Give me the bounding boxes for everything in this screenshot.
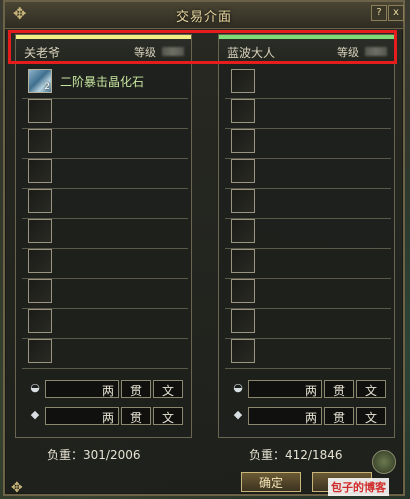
item-stack-badge: 2 — [44, 82, 50, 92]
window-title: 交易介面 — [175, 10, 232, 25]
empty-slot[interactable] — [231, 339, 255, 363]
right-slot-row[interactable] — [225, 339, 391, 369]
right-slot-row[interactable] — [225, 99, 391, 129]
empty-slot[interactable] — [28, 99, 52, 123]
left-slot-row[interactable] — [22, 129, 188, 159]
close-icon[interactable]: x — [388, 5, 404, 21]
left-money-row-2: ◆ 两 贯 文 — [22, 407, 188, 425]
empty-slot[interactable] — [231, 69, 255, 93]
empty-slot[interactable] — [231, 309, 255, 333]
empty-slot[interactable] — [231, 99, 255, 123]
title-bar[interactable]: ✥ 交易介面 ? x — [5, 2, 404, 29]
right-liang-field: 两 — [248, 380, 322, 398]
left-player-name: 关老爷 — [24, 46, 61, 60]
right-money-row-2: ◆ 两 贯 文 — [225, 407, 391, 425]
empty-slot[interactable] — [231, 219, 255, 243]
right-slot-row[interactable] — [225, 189, 391, 219]
gem-icon: ◆ — [30, 408, 40, 421]
right-slot-row[interactable] — [225, 309, 391, 339]
silver-coin-icon: ◒ — [233, 381, 243, 394]
left-item-row[interactable]: 2 二阶暴击晶化石 — [22, 69, 188, 99]
left-slot-row[interactable] — [22, 339, 188, 369]
confirm-button[interactable]: 确定 — [241, 472, 301, 492]
right-liang-field-2: 两 — [248, 407, 322, 425]
empty-slot[interactable] — [231, 279, 255, 303]
empty-slot[interactable] — [28, 339, 52, 363]
right-load-text: 负重：412/1846 — [249, 448, 343, 462]
empty-slot[interactable] — [28, 129, 52, 153]
trade-window: ✥ 交易介面 ? x 关老爷 等级 2 二阶暴击晶化石 ◒ 两 贯 文 ◆ 两 … — [3, 0, 405, 496]
left-header: 关老爷 等级 — [16, 39, 191, 64]
right-slot-row[interactable] — [225, 159, 391, 189]
left-slot-row[interactable] — [22, 99, 188, 129]
wen-unit-label: 文 — [161, 411, 174, 425]
left-level-label: 等级 — [134, 46, 156, 59]
liang-unit-label: 两 — [101, 384, 114, 398]
right-slot-row[interactable] — [225, 219, 391, 249]
empty-slot[interactable] — [28, 279, 52, 303]
left-guan-input[interactable]: 贯 — [121, 380, 151, 398]
right-guan-field: 贯 — [324, 380, 354, 398]
partner-trade-panel: 蓝波大人 等级 ◒ 两 贯 文 ◆ 两 贯 文 — [218, 34, 395, 438]
liang-unit-label: 两 — [101, 411, 114, 425]
left-slot-row[interactable] — [22, 219, 188, 249]
watermark: 包子的博客 — [328, 478, 389, 496]
left-slot-row[interactable] — [22, 249, 188, 279]
empty-slot[interactable] — [28, 309, 52, 333]
right-slot-row[interactable] — [225, 249, 391, 279]
right-level-label: 等级 — [337, 46, 359, 59]
left-money-row-1: ◒ 两 贯 文 — [22, 380, 188, 398]
left-slot-row[interactable] — [22, 309, 188, 339]
guan-unit-label: 贯 — [129, 384, 142, 398]
crystal-item-icon[interactable]: 2 — [28, 69, 52, 93]
wen-unit-label: 文 — [161, 384, 174, 398]
right-slot-row[interactable] — [225, 69, 391, 99]
right-guan-field-2: 贯 — [324, 407, 354, 425]
left-guan-input-2[interactable]: 贯 — [121, 407, 151, 425]
right-wen-field-2: 文 — [356, 407, 386, 425]
right-wen-field: 文 — [356, 380, 386, 398]
left-level-value-blurred — [162, 47, 184, 56]
liang-unit-label: 两 — [304, 411, 317, 425]
empty-slot[interactable] — [28, 249, 52, 273]
help-icon[interactable]: ? — [371, 5, 387, 21]
minimap-icon[interactable] — [372, 450, 396, 474]
right-level-value-blurred — [365, 47, 387, 56]
left-liang-input-2[interactable]: 两 — [45, 407, 119, 425]
left-wen-input-2[interactable]: 文 — [153, 407, 183, 425]
empty-slot[interactable] — [28, 219, 52, 243]
left-slot-row[interactable] — [22, 189, 188, 219]
my-trade-panel: 关老爷 等级 2 二阶暴击晶化石 ◒ 两 贯 文 ◆ 两 贯 文 — [15, 34, 192, 438]
liang-unit-label: 两 — [304, 384, 317, 398]
item-name: 二阶暴击晶化石 — [60, 75, 145, 89]
guan-unit-label: 贯 — [332, 411, 345, 425]
right-money-row-1: ◒ 两 贯 文 — [225, 380, 391, 398]
gem-icon: ◆ — [233, 408, 243, 421]
guan-unit-label: 贯 — [332, 384, 345, 398]
right-player-name: 蓝波大人 — [227, 46, 276, 60]
silver-coin-icon: ◒ — [30, 381, 40, 394]
empty-slot[interactable] — [28, 189, 52, 213]
wen-unit-label: 文 — [364, 384, 377, 398]
corner-ornament-icon: ✥ — [11, 480, 23, 496]
empty-slot[interactable] — [28, 159, 52, 183]
right-header: 蓝波大人 等级 — [219, 39, 394, 64]
empty-slot[interactable] — [231, 129, 255, 153]
empty-slot[interactable] — [231, 189, 255, 213]
left-slot-row[interactable] — [22, 279, 188, 309]
guan-unit-label: 贯 — [129, 411, 142, 425]
left-load-text: 负重：301/2006 — [47, 448, 141, 462]
right-slot-row[interactable] — [225, 279, 391, 309]
right-slot-row[interactable] — [225, 129, 391, 159]
left-liang-input[interactable]: 两 — [45, 380, 119, 398]
left-slot-row[interactable] — [22, 159, 188, 189]
empty-slot[interactable] — [231, 159, 255, 183]
empty-slot[interactable] — [231, 249, 255, 273]
wen-unit-label: 文 — [364, 411, 377, 425]
left-wen-input[interactable]: 文 — [153, 380, 183, 398]
